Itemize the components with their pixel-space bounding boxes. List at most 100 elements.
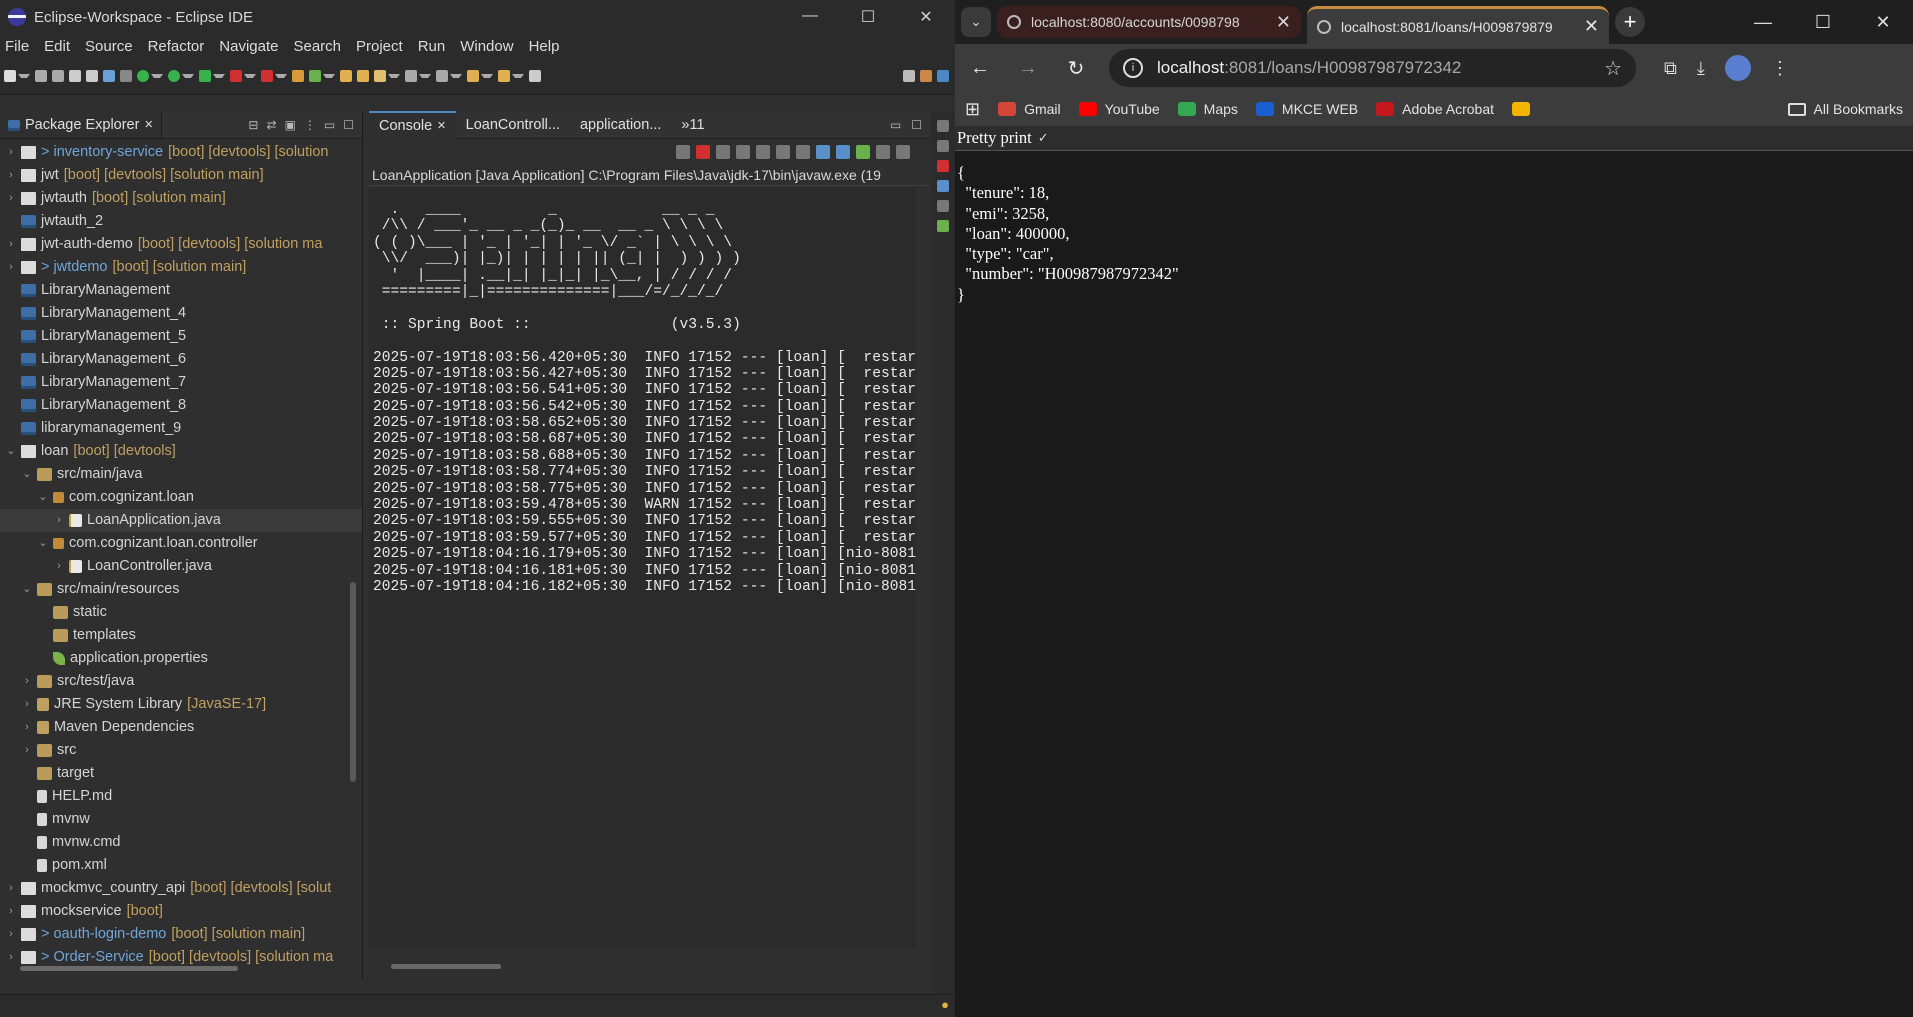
scroll-lock-icon[interactable] (776, 145, 790, 159)
chevron-right-icon[interactable]: › (4, 923, 18, 946)
chevron-right-icon[interactable]: › (4, 233, 18, 256)
new-tab-button[interactable]: + (1615, 7, 1645, 37)
maximize-icon[interactable]: ☐ (1793, 12, 1853, 33)
forward-icon[interactable]: → (1013, 57, 1043, 80)
chevron-right-icon[interactable]: › (4, 164, 18, 187)
browser-tab-accounts[interactable]: localhost:8080/accounts/0098798 ✕ (997, 6, 1301, 38)
tree-item[interactable]: LibraryManagement (0, 279, 362, 302)
java-perspective-icon[interactable] (937, 70, 949, 82)
filter-icon[interactable]: ▣ (285, 118, 296, 132)
clear-console-icon[interactable] (756, 145, 770, 159)
tree-item[interactable]: HELP.md (0, 785, 362, 808)
console-horizontal-scrollbar[interactable] (391, 964, 501, 969)
editor-tab[interactable]: Console × (369, 111, 456, 139)
close-tab-icon[interactable]: × (437, 118, 445, 134)
chevron-down-icon[interactable]: ⌄ (36, 486, 50, 509)
tree-item[interactable]: › mockmvc_country_api [boot] [devtools] [s… (0, 877, 362, 900)
menu-run[interactable]: Run (413, 38, 456, 55)
redo-icon[interactable] (86, 70, 98, 82)
pretty-print-checkbox[interactable]: ✓ (1038, 130, 1049, 146)
tree-item[interactable]: target (0, 762, 362, 785)
show-on-stdout-icon[interactable] (816, 145, 830, 159)
close-icon[interactable]: ✕ (897, 7, 955, 27)
show-on-stderr-icon[interactable] (836, 145, 850, 159)
tree-item[interactable]: › src/test/java (0, 670, 362, 693)
menu-refactor[interactable]: Refactor (143, 38, 215, 55)
chevron-right-icon[interactable]: › (4, 141, 18, 164)
bookmark-adobe-acrobat[interactable]: Adobe Acrobat (1376, 101, 1494, 117)
tree-item[interactable]: application.properties (0, 647, 362, 670)
address-bar[interactable]: i localhost:8081/loans/H00987987972342 ☆ (1109, 49, 1636, 87)
display-console-icon[interactable] (876, 145, 890, 159)
tree-item[interactable]: LibraryManagement_8 (0, 394, 362, 417)
declaration-icon[interactable] (937, 200, 949, 212)
tab-search-icon[interactable]: ⌄ (961, 7, 991, 37)
tree-item[interactable]: ⌄ com.cognizant.loan (0, 486, 362, 509)
chevron-right-icon[interactable]: › (20, 716, 34, 739)
menu-search[interactable]: Search (288, 38, 351, 55)
tree-item[interactable]: LibraryManagement_5 (0, 325, 362, 348)
bookmark-photos[interactable] (1512, 102, 1530, 116)
pin-icon[interactable] (529, 70, 541, 82)
menu-source[interactable]: Source (80, 38, 143, 55)
menu-project[interactable]: Project (351, 38, 413, 55)
maximize-view-icon[interactable]: ☐ (343, 118, 354, 132)
bookmark-youtube[interactable]: YouTube (1078, 101, 1160, 117)
chevron-down-icon[interactable]: ⌄ (20, 463, 34, 486)
bookmark-star-icon[interactable]: ☆ (1604, 56, 1622, 81)
coverage-icon[interactable] (199, 70, 211, 82)
perspective-icon[interactable] (920, 70, 932, 82)
tree-item[interactable]: › > jwtdemo [boot] [solution main] (0, 256, 362, 279)
download-icon[interactable]: ⤓ (1697, 58, 1705, 79)
pin-console-icon[interactable] (856, 145, 870, 159)
tree-item[interactable]: LibraryManagement_4 (0, 302, 362, 325)
browser-tab-loans[interactable]: localhost:8081/loans/H009879879 ✕ (1307, 6, 1609, 44)
forward-icon[interactable] (498, 70, 510, 82)
close-icon[interactable]: ✕ (1853, 12, 1913, 33)
quick-search-icon[interactable] (903, 70, 915, 82)
tree-item[interactable]: jwtauth_2 (0, 210, 362, 233)
console-scrollbar[interactable] (916, 188, 930, 949)
chevron-right-icon[interactable]: › (20, 670, 34, 693)
back-icon[interactable] (467, 70, 479, 82)
site-info-icon[interactable]: i (1123, 58, 1143, 78)
tree-item[interactable]: librarymanagement_9 (0, 417, 362, 440)
bookmark-maps[interactable]: Maps (1177, 101, 1238, 117)
chevron-down-icon[interactable]: ⌄ (20, 578, 34, 601)
prev-annotation-icon[interactable] (436, 70, 448, 82)
tree-item[interactable]: ⌄ src/main/java (0, 463, 362, 486)
skip-breakpoints-icon[interactable] (120, 70, 132, 82)
chevron-down-icon[interactable]: ⌄ (4, 440, 18, 463)
debug-icon[interactable] (137, 70, 149, 82)
tab-package-explorer[interactable]: Package Explorer × (0, 112, 162, 138)
close-view-icon[interactable]: × (144, 117, 152, 133)
restore-icon[interactable] (937, 120, 949, 132)
maximize-icon[interactable]: ☐ (839, 7, 897, 27)
minimize-icon[interactable]: — (1733, 12, 1793, 33)
outline-icon[interactable] (937, 140, 949, 152)
minimize-view-icon[interactable]: ▭ (324, 118, 335, 132)
menu-edit[interactable]: Edit (39, 38, 80, 55)
menu-icon[interactable]: ⋮ (1771, 58, 1789, 79)
menu-navigate[interactable]: Navigate (214, 38, 288, 55)
link-editor-icon[interactable]: ⇄ (266, 118, 276, 132)
chevron-right-icon[interactable]: › (4, 187, 18, 210)
tree-item[interactable]: › > oauth-login-demo [boot] [solution main… (0, 923, 362, 946)
tree-item[interactable]: › mockservice [boot] (0, 900, 362, 923)
new-icon[interactable] (4, 70, 16, 82)
tree-item[interactable]: LibraryManagement_6 (0, 348, 362, 371)
chevron-right-icon[interactable]: › (20, 739, 34, 762)
remove-launch-icon[interactable] (716, 145, 730, 159)
menu-file[interactable]: File (0, 38, 39, 55)
back-icon[interactable]: ← (965, 57, 995, 80)
tree-item[interactable]: mvnw.cmd (0, 831, 362, 854)
console-output[interactable]: . ____ _ __ _ _ /\\ / ___'_ __ _ _(_)_ _… (369, 188, 916, 949)
menu-help[interactable]: Help (524, 38, 570, 55)
tree-item[interactable]: mvnw (0, 808, 362, 831)
new-package-icon[interactable] (309, 70, 321, 82)
tree-horizontal-scrollbar[interactable] (20, 966, 238, 971)
undo-icon[interactable] (69, 70, 81, 82)
new-java-project-icon[interactable] (292, 70, 304, 82)
word-wrap-icon[interactable] (796, 145, 810, 159)
apps-grid-icon[interactable]: ⊞ (965, 99, 980, 120)
